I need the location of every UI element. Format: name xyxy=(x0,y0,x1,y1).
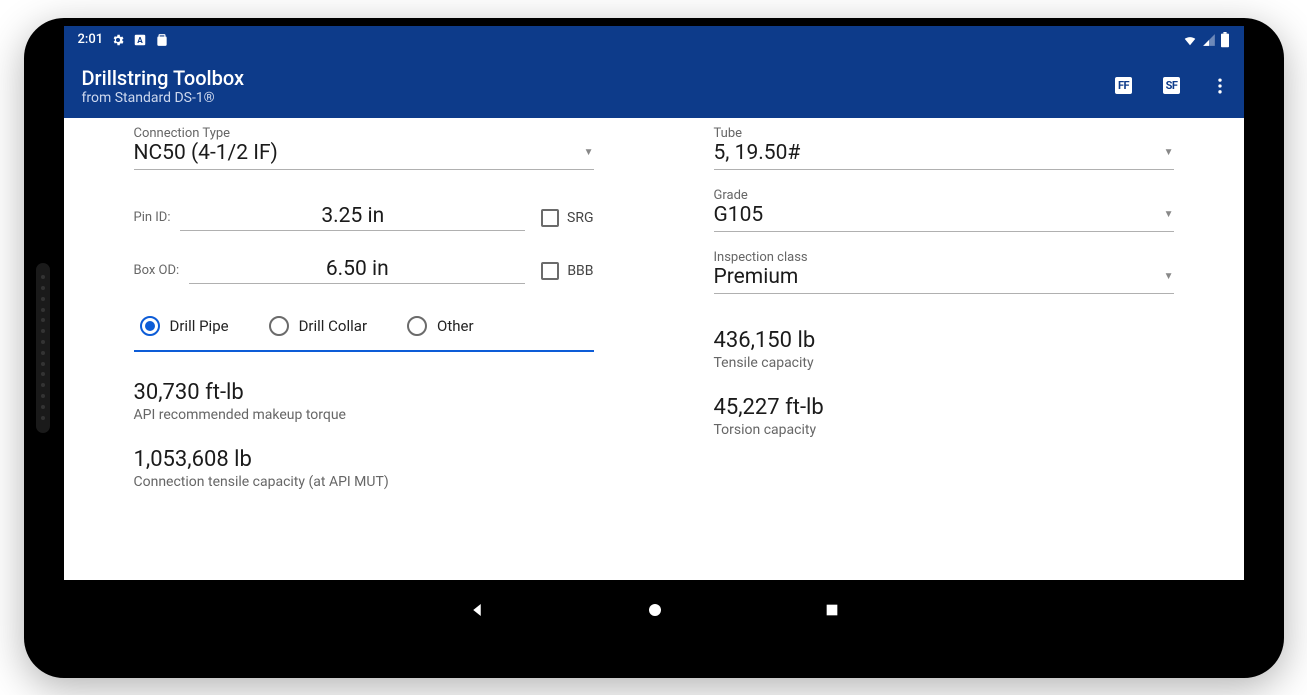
connection-type-label: Connection Type xyxy=(134,126,594,141)
tensile-capacity-result: 436,150 lb Tensile capacity xyxy=(714,328,1174,371)
radio-icon xyxy=(407,316,427,336)
connection-tensile-result: 1,053,608 lb Connection tensile capacity… xyxy=(134,447,594,490)
nav-home-button[interactable] xyxy=(646,601,664,619)
cell-signal-icon xyxy=(1202,33,1216,47)
checkbox-icon xyxy=(541,262,559,280)
ff-action-button[interactable]: FF xyxy=(1112,74,1136,98)
radio-icon xyxy=(269,316,289,336)
chevron-down-icon: ▼ xyxy=(584,147,594,158)
clipboard-icon xyxy=(155,33,169,47)
pin-id-input[interactable]: 3.25 in xyxy=(180,204,525,231)
square-recent-icon xyxy=(824,602,840,618)
battery-icon xyxy=(1220,32,1230,48)
inspection-class-label: Inspection class xyxy=(714,250,1174,265)
app-subtitle: from Standard DS-1® xyxy=(82,90,245,106)
triangle-back-icon xyxy=(468,601,486,619)
overflow-menu-button[interactable] xyxy=(1208,74,1232,98)
radio-icon xyxy=(140,316,160,336)
grade-dropdown[interactable]: G105 ▼ xyxy=(714,203,1174,232)
status-time: 2:01 xyxy=(78,32,104,47)
circle-home-icon xyxy=(646,601,664,619)
gear-icon xyxy=(111,33,125,47)
bbb-checkbox[interactable]: BBB xyxy=(541,262,593,284)
grade-label: Grade xyxy=(714,188,1174,203)
makeup-torque-result: 30,730 ft-lb API recommended makeup torq… xyxy=(134,380,594,423)
app-bar: Drillstring Toolbox from Standard DS-1® … xyxy=(64,54,1244,118)
inspection-class-dropdown[interactable]: Premium ▼ xyxy=(714,265,1174,294)
radio-drill-collar[interactable]: Drill Collar xyxy=(269,316,367,336)
svg-text:A: A xyxy=(137,34,143,44)
wifi-icon xyxy=(1182,33,1198,47)
srg-checkbox[interactable]: SRG xyxy=(541,209,593,231)
tube-dropdown[interactable]: 5, 19.50# ▼ xyxy=(714,141,1174,170)
connection-type-dropdown[interactable]: NC50 (4-1/2 IF) ▼ xyxy=(134,141,594,170)
chevron-down-icon: ▼ xyxy=(1164,147,1174,158)
sf-action-button[interactable]: SF xyxy=(1160,74,1184,98)
status-bar: 2:01 A xyxy=(64,26,1244,54)
tube-label: Tube xyxy=(714,126,1174,141)
radio-other[interactable]: Other xyxy=(407,316,474,336)
pin-id-label: Pin ID: xyxy=(134,210,171,231)
torsion-capacity-result: 45,227 ft-lb Torsion capacity xyxy=(714,395,1174,438)
nav-recent-button[interactable] xyxy=(824,602,840,618)
chevron-down-icon: ▼ xyxy=(1164,209,1174,220)
more-vert-icon xyxy=(1210,76,1230,96)
checkbox-icon xyxy=(541,209,559,227)
app-title: Drillstring Toolbox xyxy=(82,66,245,90)
android-nav-bar xyxy=(64,586,1244,634)
square-a-icon: A xyxy=(133,33,147,47)
box-od-input[interactable]: 6.50 in xyxy=(189,257,525,284)
radio-drill-pipe[interactable]: Drill Pipe xyxy=(140,316,229,336)
box-od-label: Box OD: xyxy=(134,263,180,284)
chevron-down-icon: ▼ xyxy=(1164,271,1174,282)
pipe-type-radio-group: Drill Pipe Drill Collar Other xyxy=(134,306,594,352)
connection-type-value: NC50 (4-1/2 IF) xyxy=(134,141,278,165)
nav-back-button[interactable] xyxy=(468,601,486,619)
device-speaker xyxy=(36,263,50,433)
